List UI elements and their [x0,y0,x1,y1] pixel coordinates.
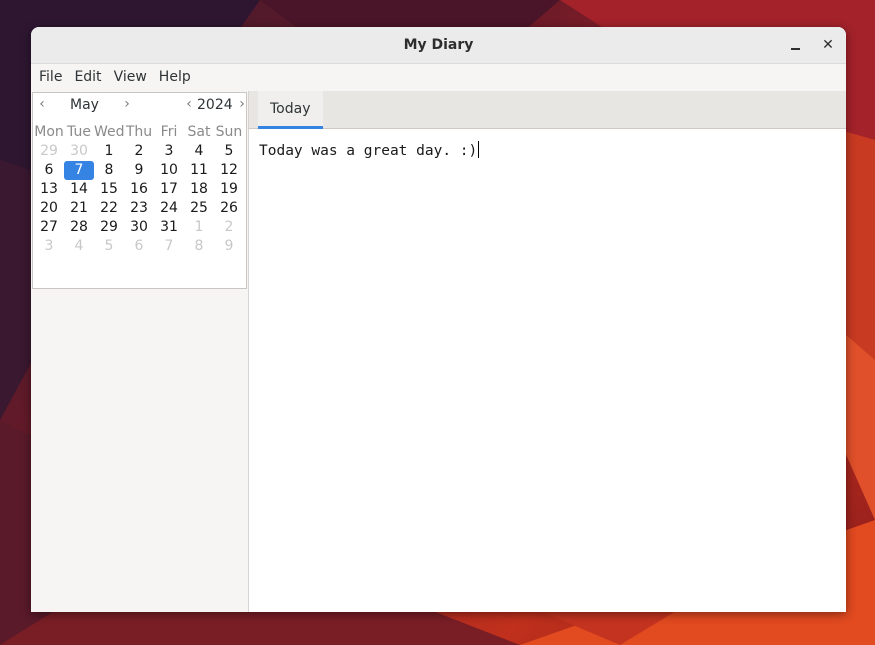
calendar-day[interactable]: 15 [94,180,124,199]
menubar: File Edit View Help [31,64,846,92]
calendar-day[interactable]: 17 [154,180,184,199]
month-label: May [70,97,99,113]
calendar-day[interactable]: 8 [94,161,124,180]
tab-label: Today [270,101,311,117]
calendar-day[interactable]: 3 [34,237,64,256]
calendar-day[interactable]: 1 [184,218,214,237]
calendar-day[interactable]: 7 [64,161,94,180]
calendar-day[interactable]: 1 [94,142,124,161]
calendar-day[interactable]: 27 [34,218,64,237]
menu-file[interactable]: File [33,64,68,91]
calendar-day[interactable]: 7 [154,237,184,256]
calendar-day[interactable]: 9 [214,237,244,256]
weekday-label: Fri [160,124,178,140]
titlebar[interactable]: My Diary ✕ [31,27,846,64]
calendar-day[interactable]: 4 [64,237,94,256]
calendar-day[interactable]: 30 [64,142,94,161]
calendar-day[interactable]: 30 [124,218,154,237]
calendar-day[interactable]: 29 [34,142,64,161]
menu-view[interactable]: View [108,64,153,91]
calendar-day[interactable]: 23 [124,199,154,218]
minimize-button[interactable] [785,35,805,55]
calendar-day[interactable]: 31 [154,218,184,237]
menu-edit[interactable]: Edit [68,64,107,91]
calendar-day[interactable]: 21 [64,199,94,218]
weekday-label: Mon [34,124,64,140]
calendar-day[interactable]: 29 [94,218,124,237]
calendar-day[interactable]: 22 [94,199,124,218]
window-title: My Diary [403,37,474,53]
weekday-label: Tue [67,124,91,140]
active-tab-indicator [258,126,323,129]
calendar-day[interactable]: 25 [184,199,214,218]
calendar-day[interactable]: 13 [34,180,64,199]
calendar-day[interactable]: 5 [94,237,124,256]
weekday-label: Wed [94,124,125,140]
calendar-day[interactable]: 5 [214,142,244,161]
calendar-day[interactable]: 11 [184,161,214,180]
calendar-day[interactable]: 16 [124,180,154,199]
calendar-day[interactable]: 19 [214,180,244,199]
calendar-day[interactable]: 3 [154,142,184,161]
calendar-day[interactable]: 20 [34,199,64,218]
calendar-day[interactable]: 2 [214,218,244,237]
minimize-icon [790,48,800,50]
close-icon: ✕ [822,37,834,53]
main-content: ‹ May › ‹ 2024 › Mon Tue Wed Thu Fri Sat Sun 2… [31,91,846,612]
calendar-week-row: 6 7 8 9 10 11 12 [33,161,246,180]
calendar-day[interactable]: 2 [124,142,154,161]
calendar-day[interactable]: 4 [184,142,214,161]
editor-pane: Today Today was a great day. :) [249,91,846,612]
calendar-week-row: 27 28 29 30 31 1 2 [33,218,246,237]
next-month-chevron-right-icon[interactable]: › [121,96,133,112]
calendar-day[interactable]: 9 [124,161,154,180]
weekday-label: Sun [215,124,243,140]
next-year-chevron-right-icon[interactable]: › [236,96,248,112]
calendar-day[interactable]: 6 [124,237,154,256]
calendar-day[interactable]: 14 [64,180,94,199]
editor-text: Today was a great day. :) [259,143,478,159]
prev-year-chevron-left-icon[interactable]: ‹ [183,96,195,112]
calendar-day[interactable]: 6 [34,161,64,180]
calendar-day[interactable]: 10 [154,161,184,180]
calendar-day[interactable]: 18 [184,180,214,199]
weekday-header: Mon Tue Wed Thu Fri Sat Sun [33,118,246,142]
calendar-day[interactable]: 26 [214,199,244,218]
tab-bar: Today [249,91,846,129]
calendar-day[interactable]: 8 [184,237,214,256]
diary-text-editor[interactable]: Today was a great day. :) [249,129,846,612]
sidebar: ‹ May › ‹ 2024 › Mon Tue Wed Thu Fri Sat Sun 2… [31,91,249,612]
calendar-week-row: 29 30 1 2 3 4 5 [33,142,246,161]
calendar-week-row: 13 14 15 16 17 18 19 [33,180,246,199]
calendar-week-row: 20 21 22 23 24 25 26 [33,199,246,218]
year-label: 2024 [197,97,233,113]
calendar-grid: 29 30 1 2 3 4 5 6 7 8 9 10 11 12 13 14 15 16 17 18 19 20 21 22 2… [33,142,246,256]
calendar-week-row: 3456789 [33,237,246,256]
calendar-day[interactable]: 12 [214,161,244,180]
calendar-day[interactable]: 28 [64,218,94,237]
app-window: My Diary ✕ File Edit View Help ‹ May › ‹… [31,27,846,612]
weekday-label: Sat [187,124,211,140]
prev-month-chevron-left-icon[interactable]: ‹ [36,96,48,112]
calendar: ‹ May › ‹ 2024 › Mon Tue Wed Thu Fri Sat Sun 2… [32,92,247,289]
weekday-label: Thu [125,124,153,140]
menu-help[interactable]: Help [153,64,197,91]
close-button[interactable]: ✕ [818,35,838,55]
calendar-header: ‹ May › ‹ 2024 › [33,93,246,118]
text-cursor [478,141,480,158]
calendar-day[interactable]: 24 [154,199,184,218]
tab-today[interactable]: Today [258,91,323,129]
